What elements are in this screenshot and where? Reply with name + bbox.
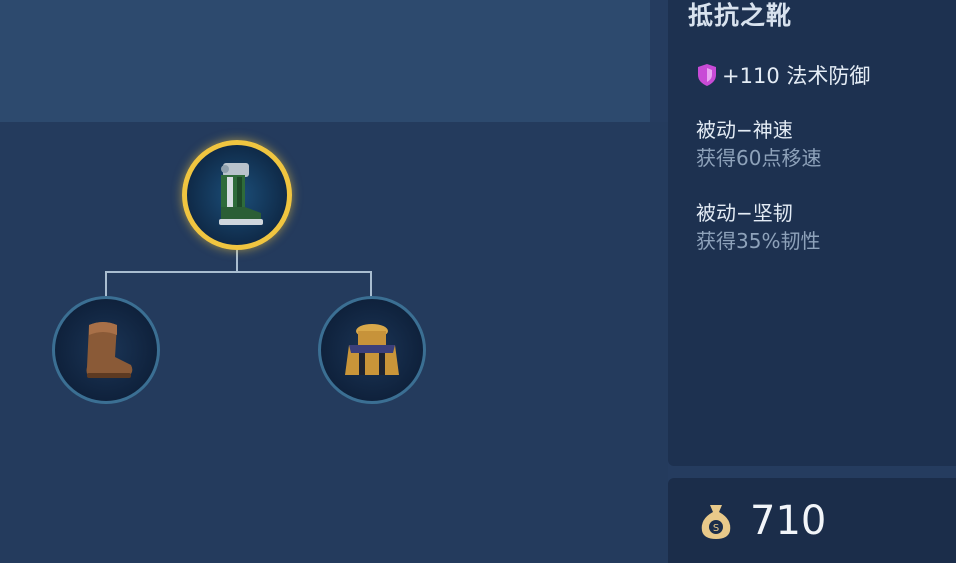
boots-of-resistance-icon: [219, 163, 263, 225]
passive-1: 被动−神速 获得60点移速: [696, 116, 821, 172]
recipe-child-item-1[interactable]: [52, 296, 160, 404]
passive-2-desc: 获得35%韧性: [696, 229, 821, 253]
magic-defense-icon: [698, 64, 716, 86]
tree-connector-right: [370, 271, 372, 297]
tree-connector-left: [105, 271, 107, 297]
top-panel: [0, 0, 650, 122]
golden-cape-icon: [345, 324, 399, 375]
passive-2-title: 被动−坚韧: [696, 201, 793, 225]
passive-2: 被动−坚韧 获得35%韧性: [696, 199, 820, 255]
item-stat-text: +110 法术防御: [722, 64, 871, 88]
tree-connector-vertical: [236, 250, 238, 272]
recipe-root-item[interactable]: [182, 140, 292, 250]
item-price: 710: [750, 497, 827, 544]
recipe-child-item-2[interactable]: [318, 296, 426, 404]
money-bag-icon: S: [701, 504, 731, 539]
passive-1-desc: 获得60点移速: [696, 146, 822, 170]
price-box[interactable]: S 710: [668, 478, 956, 563]
tree-connector-horizontal: [105, 271, 372, 273]
passive-1-title: 被动−神速: [696, 118, 793, 142]
svg-text:S: S: [713, 523, 719, 534]
item-name: 抵抗之靴: [688, 1, 793, 30]
basic-boots-icon: [86, 322, 133, 378]
item-stat-row: +110 法术防御: [696, 60, 870, 90]
item-detail-panel: 抵抗之靴 +110 法术防御 被动−神速 获得60点移速 被动−坚韧 获得35%…: [668, 0, 956, 466]
